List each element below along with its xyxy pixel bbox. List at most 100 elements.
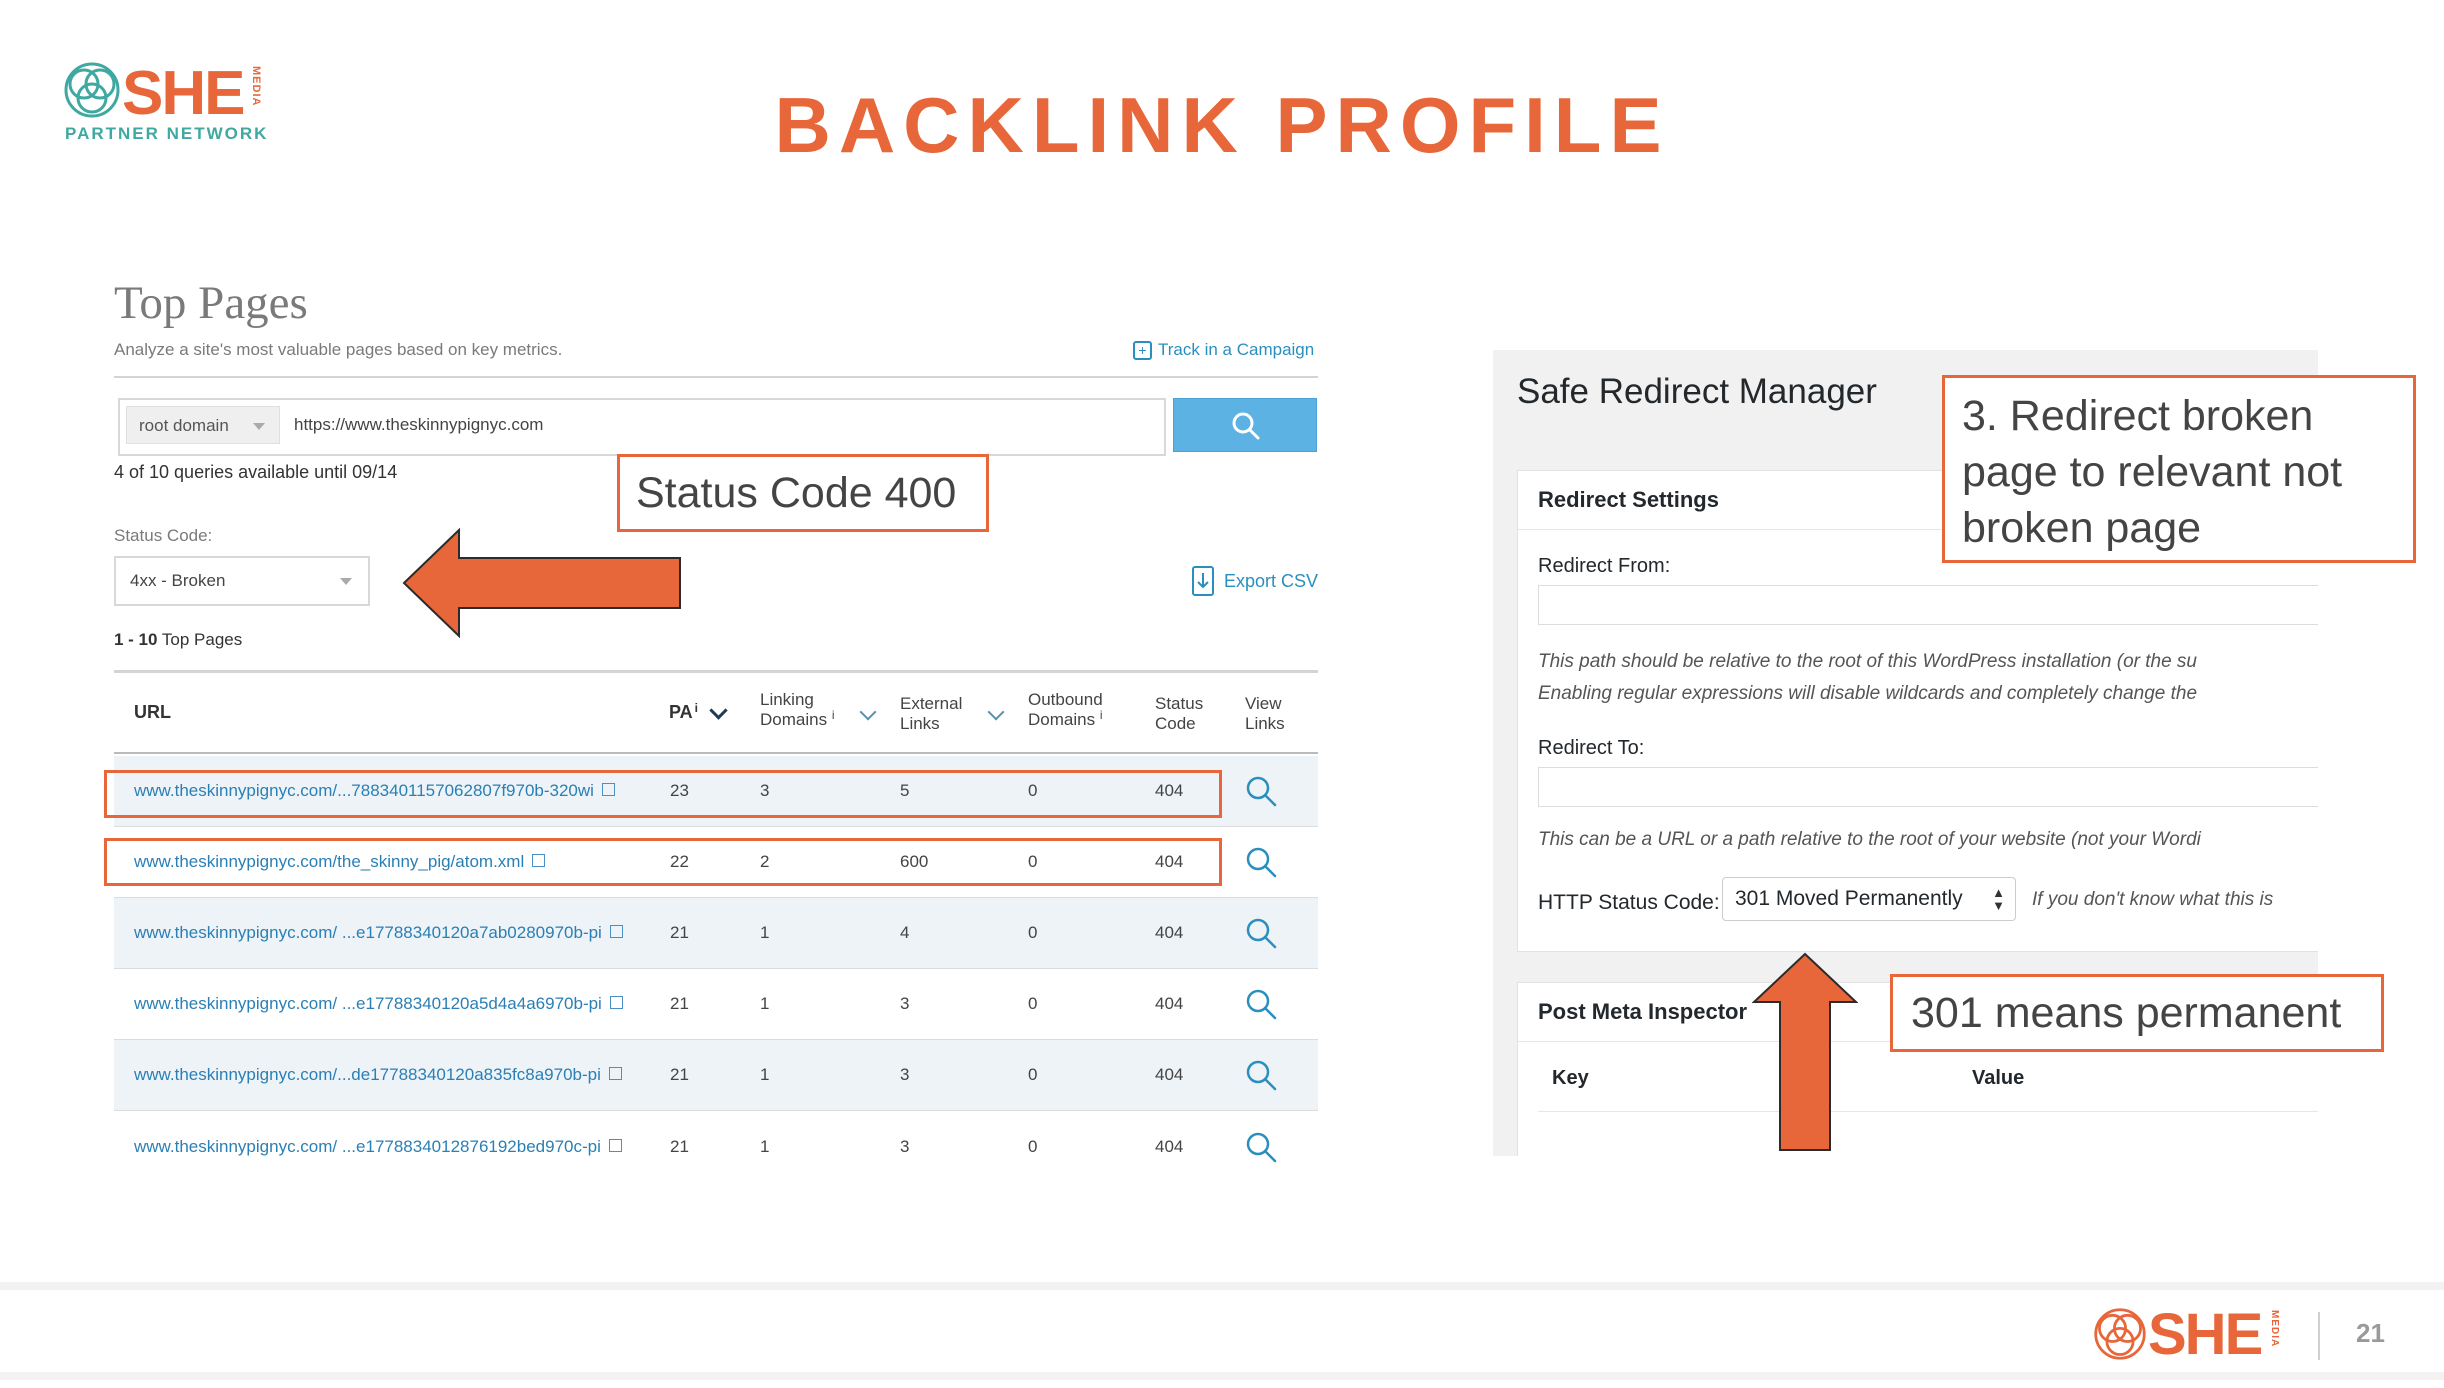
queries-remaining: 4 of 10 queries available until 09/14: [114, 462, 398, 482]
external-link-icon[interactable]: [608, 1139, 622, 1153]
column-header-view-line1: View: [1245, 694, 1282, 713]
http-status-code-select[interactable]: 301 Moved Permanently ▲ ▼: [1722, 877, 2016, 921]
column-header-external-links[interactable]: External Links: [900, 694, 962, 734]
row-status-code: 404: [1155, 1137, 1184, 1156]
track-in-campaign-label: Track in a Campaign: [1158, 340, 1315, 359]
search-button[interactable]: [1173, 398, 1317, 452]
top-pages-title: Top Pages: [114, 277, 308, 329]
sort-chevron-icon[interactable]: [859, 703, 877, 721]
redirect-from-input[interactable]: [1538, 585, 2318, 625]
download-icon: [1192, 566, 1214, 596]
row-status-code: 404: [1155, 1065, 1184, 1084]
top-pages-subtitle: Analyze a site's most valuable pages bas…: [114, 340, 563, 359]
row-pa: 21: [670, 1137, 689, 1156]
row-divider: [114, 1110, 1318, 1111]
redirect-callout-line3: broken page: [1962, 504, 2202, 552]
row-url-link[interactable]: www.theskinnypignyc.com/...de17788340120…: [134, 1040, 622, 1110]
results-range-count: 1 - 10: [114, 630, 158, 649]
column-header-external-line1: External: [900, 694, 963, 713]
column-header-external-line2: Links: [900, 714, 940, 733]
export-csv-link[interactable]: Export CSV: [1192, 566, 1318, 596]
row-linking-domains: 1: [760, 923, 770, 942]
redirect-settings-title: Redirect Settings: [1538, 487, 1719, 512]
column-header-linking-line2: Domains i: [760, 708, 835, 729]
row-external-links: 4: [900, 923, 910, 942]
status-code-label: Status Code:: [114, 526, 213, 545]
status-code-callout-text: Status Code 400: [636, 469, 957, 517]
url-input[interactable]: [294, 406, 1114, 444]
redirect-from-desc-2: Enabling regular expressions will disabl…: [1538, 683, 2198, 704]
caret-down-icon: [340, 578, 352, 585]
meta-key-header: Key: [1552, 1067, 1589, 1089]
table-row: www.theskinnypignyc.com/ ...e17788340128…: [114, 1112, 1318, 1182]
track-in-campaign-link[interactable]: + Track in a Campaign: [1133, 340, 1314, 360]
column-header-linking-domains[interactable]: Linking Domains i: [760, 690, 835, 731]
row-outbound-domains: 0: [1028, 1137, 1038, 1156]
row-pa: 21: [670, 994, 689, 1013]
footer-separator: [2318, 1312, 2320, 1360]
table-row: www.theskinnypignyc.com/ ...e17788340120…: [114, 898, 1318, 968]
view-links-search-icon[interactable]: [1244, 987, 1278, 1021]
row-outbound-domains: 0: [1028, 994, 1038, 1013]
view-links-search-icon[interactable]: [1244, 1130, 1278, 1164]
row-external-links: 3: [900, 1065, 910, 1084]
row-url-link[interactable]: www.theskinnypignyc.com/ ...e17788340128…: [134, 1112, 622, 1182]
column-header-outbound-line1: Outbound: [1028, 690, 1103, 709]
view-links-search-icon[interactable]: [1244, 1058, 1278, 1092]
caret-down-icon: [253, 423, 265, 430]
divider: [114, 376, 1318, 378]
row-external-links: 3: [900, 994, 910, 1013]
table-row: www.theskinnypignyc.com/ ...e17788340120…: [114, 969, 1318, 1039]
row-highlight-box: [104, 770, 1222, 818]
rose-logo-icon: [2094, 1308, 2146, 1360]
column-header-outbound-line2: Domains i: [1028, 708, 1103, 729]
column-header-outbound-domains[interactable]: Outbound Domains i: [1028, 690, 1103, 731]
results-range-label: Top Pages: [161, 630, 243, 649]
scope-select[interactable]: root domain: [126, 406, 280, 444]
row-outbound-domains: 0: [1028, 1065, 1038, 1084]
results-range: 1 - 10 Top Pages: [114, 630, 242, 650]
redirect-callout: 3. Redirect broken page to relevant not …: [1942, 375, 2416, 563]
column-header-linking-line1: Linking: [760, 690, 814, 709]
redirect-to-label: Redirect To:: [1538, 737, 1645, 759]
column-header-pa[interactable]: PA i: [669, 701, 728, 722]
sort-chevron-icon[interactable]: [987, 703, 1005, 721]
view-links-search-icon[interactable]: [1244, 845, 1278, 879]
plus-icon: +: [1133, 340, 1152, 360]
view-links-search-icon[interactable]: [1244, 916, 1278, 950]
redirect-to-input[interactable]: [1538, 767, 2318, 807]
arrow-up-annotation: [1752, 952, 1858, 1151]
row-linking-domains: 1: [760, 994, 770, 1013]
http-status-code-value: 301 Moved Permanently: [1735, 887, 1963, 910]
srm-title: Safe Redirect Manager: [1517, 372, 1877, 411]
table-top-divider: [114, 670, 1318, 673]
footer-logo-media: MEDIA: [2269, 1310, 2280, 1348]
http-status-hint: If you don't know what this is: [2032, 889, 2274, 910]
column-header-view-links: View Links: [1245, 694, 1285, 734]
row-url-link[interactable]: www.theskinnypignyc.com/ ...e17788340120…: [134, 898, 623, 968]
table-header-divider: [114, 752, 1318, 754]
redirect-to-desc: This can be a URL or a path relative to …: [1538, 829, 2201, 850]
external-link-icon[interactable]: [609, 996, 623, 1010]
info-icon: i: [694, 701, 699, 715]
column-header-status-line2: Code: [1155, 714, 1196, 733]
permanent-callout: 301 means permanent: [1890, 974, 2384, 1052]
column-header-pa-label: PA: [669, 702, 693, 722]
search-icon: [1232, 412, 1260, 440]
footer-logo-brand: SHE: [2148, 1302, 2263, 1367]
external-link-icon[interactable]: [609, 925, 623, 939]
column-header-status-code[interactable]: Status Code: [1155, 694, 1203, 734]
http-status-code-label: HTTP Status Code:: [1538, 891, 1720, 914]
footer-she-logo: SHE MEDIA: [2092, 1302, 2292, 1372]
row-highlight-box: [104, 838, 1222, 886]
select-updown-icon: ▲ ▼: [1992, 885, 2005, 913]
row-url-link[interactable]: www.theskinnypignyc.com/ ...e17788340120…: [134, 969, 623, 1039]
meta-divider: [1538, 1111, 2318, 1112]
status-code-select[interactable]: 4xx - Broken: [114, 556, 370, 606]
row-status-code: 404: [1155, 923, 1184, 942]
view-links-search-icon[interactable]: [1244, 774, 1278, 808]
row-pa: 21: [670, 1065, 689, 1084]
column-header-url[interactable]: URL: [134, 702, 171, 723]
column-header-view-line2: Links: [1245, 714, 1285, 733]
external-link-icon[interactable]: [608, 1067, 622, 1081]
